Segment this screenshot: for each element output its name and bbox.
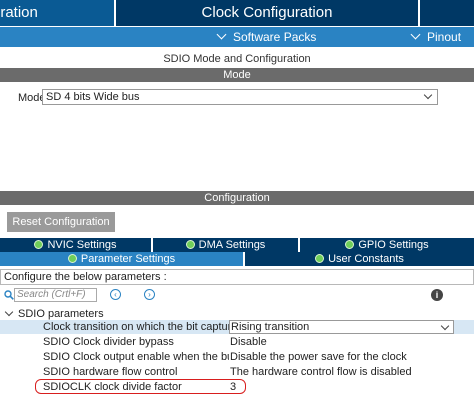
mode-section-header: Mode [0,68,474,82]
parameter-row[interactable]: SDIO Clock divider bypass Disable [0,335,474,349]
configure-parameters-text: Configure the below parameters : [0,269,474,285]
tab-dma-settings[interactable]: DMA Settings [153,238,298,252]
tab-parameter-settings[interactable]: Parameter Settings [0,252,243,266]
parameter-value: Disable the power save for the clock [230,351,407,363]
tab-parameter-settings-label: Parameter Settings [80,253,176,265]
tab-clock-configuration[interactable]: Clock Configuration [116,0,418,26]
parameter-row[interactable]: SDIO Clock output enable when the bus is… [0,350,474,364]
highlight-annotation [35,379,246,394]
reset-configuration-button[interactable]: Reset Configuration [7,212,115,232]
check-circle-icon [34,240,44,249]
software-packs-label: Software Packs [233,30,317,44]
configuration-section-header: Configuration [0,191,474,205]
search-input[interactable]: Search (Crtl+F) [14,288,97,302]
tab-user-constants-label: User Constants [328,253,404,265]
parameter-value-select[interactable]: Rising transition [229,320,454,334]
parameter-row[interactable]: SDIO hardware flow control The hardware … [0,365,474,379]
panel-title: SDIO Mode and Configuration [163,53,311,65]
check-circle-icon [315,254,325,263]
search-icon [4,290,14,300]
sdio-parameters-group[interactable]: SDIO parameters [4,307,104,320]
chevron-down-icon [216,29,227,40]
parameter-row[interactable]: Clock transition on which the bit captu r… [0,320,474,334]
chevron-down-icon [410,29,421,40]
arrow-right-circle-icon[interactable]: › [144,289,155,300]
parameter-value: Rising transition [231,321,310,333]
tab-nvic-settings[interactable]: NVIC Settings [0,238,151,252]
parameter-name: SDIO hardware flow control [43,366,178,378]
check-circle-icon [185,240,195,249]
mode-select[interactable]: SD 4 bits Wide bus [42,89,438,105]
parameter-name: SDIO Clock output enable when the bus is… [43,351,229,363]
chevron-down-icon [4,307,14,317]
tab-pinout-configuration[interactable]: uration [0,0,114,26]
chevron-down-icon [440,321,450,331]
parameter-value: The hardware control flow is disabled [230,366,412,378]
info-icon[interactable]: i [431,289,443,301]
tab-gpio-settings-label: GPIO Settings [358,239,429,251]
chevron-down-icon [423,90,433,100]
pinout-label: Pinout [427,30,462,44]
check-circle-icon [67,254,77,263]
tab-user-constants[interactable]: User Constants [245,252,474,266]
tab-project-manager[interactable] [420,0,474,26]
tab-gpio-settings[interactable]: GPIO Settings [300,238,474,252]
parameter-name: Clock transition on which the bit captur… [43,321,229,333]
arrow-left-circle-icon[interactable]: ‹ [110,289,121,300]
tab-pinout-configuration-label: uration [0,4,38,21]
pinout-menu[interactable]: Pinout [410,27,462,47]
tab-dma-settings-label: DMA Settings [198,239,266,251]
software-packs-menu[interactable]: Software Packs [216,27,317,47]
tab-clock-configuration-label: Clock Configuration [201,4,333,21]
tab-nvic-settings-label: NVIC Settings [47,239,117,251]
sdio-parameters-group-label: SDIO parameters [18,308,104,320]
parameter-value: 3 [230,381,237,393]
mode-select-value: SD 4 bits Wide bus [46,91,140,103]
parameter-name: SDIO Clock divider bypass [43,336,174,348]
check-circle-icon [345,240,355,249]
parameter-value: Disable [230,336,267,348]
